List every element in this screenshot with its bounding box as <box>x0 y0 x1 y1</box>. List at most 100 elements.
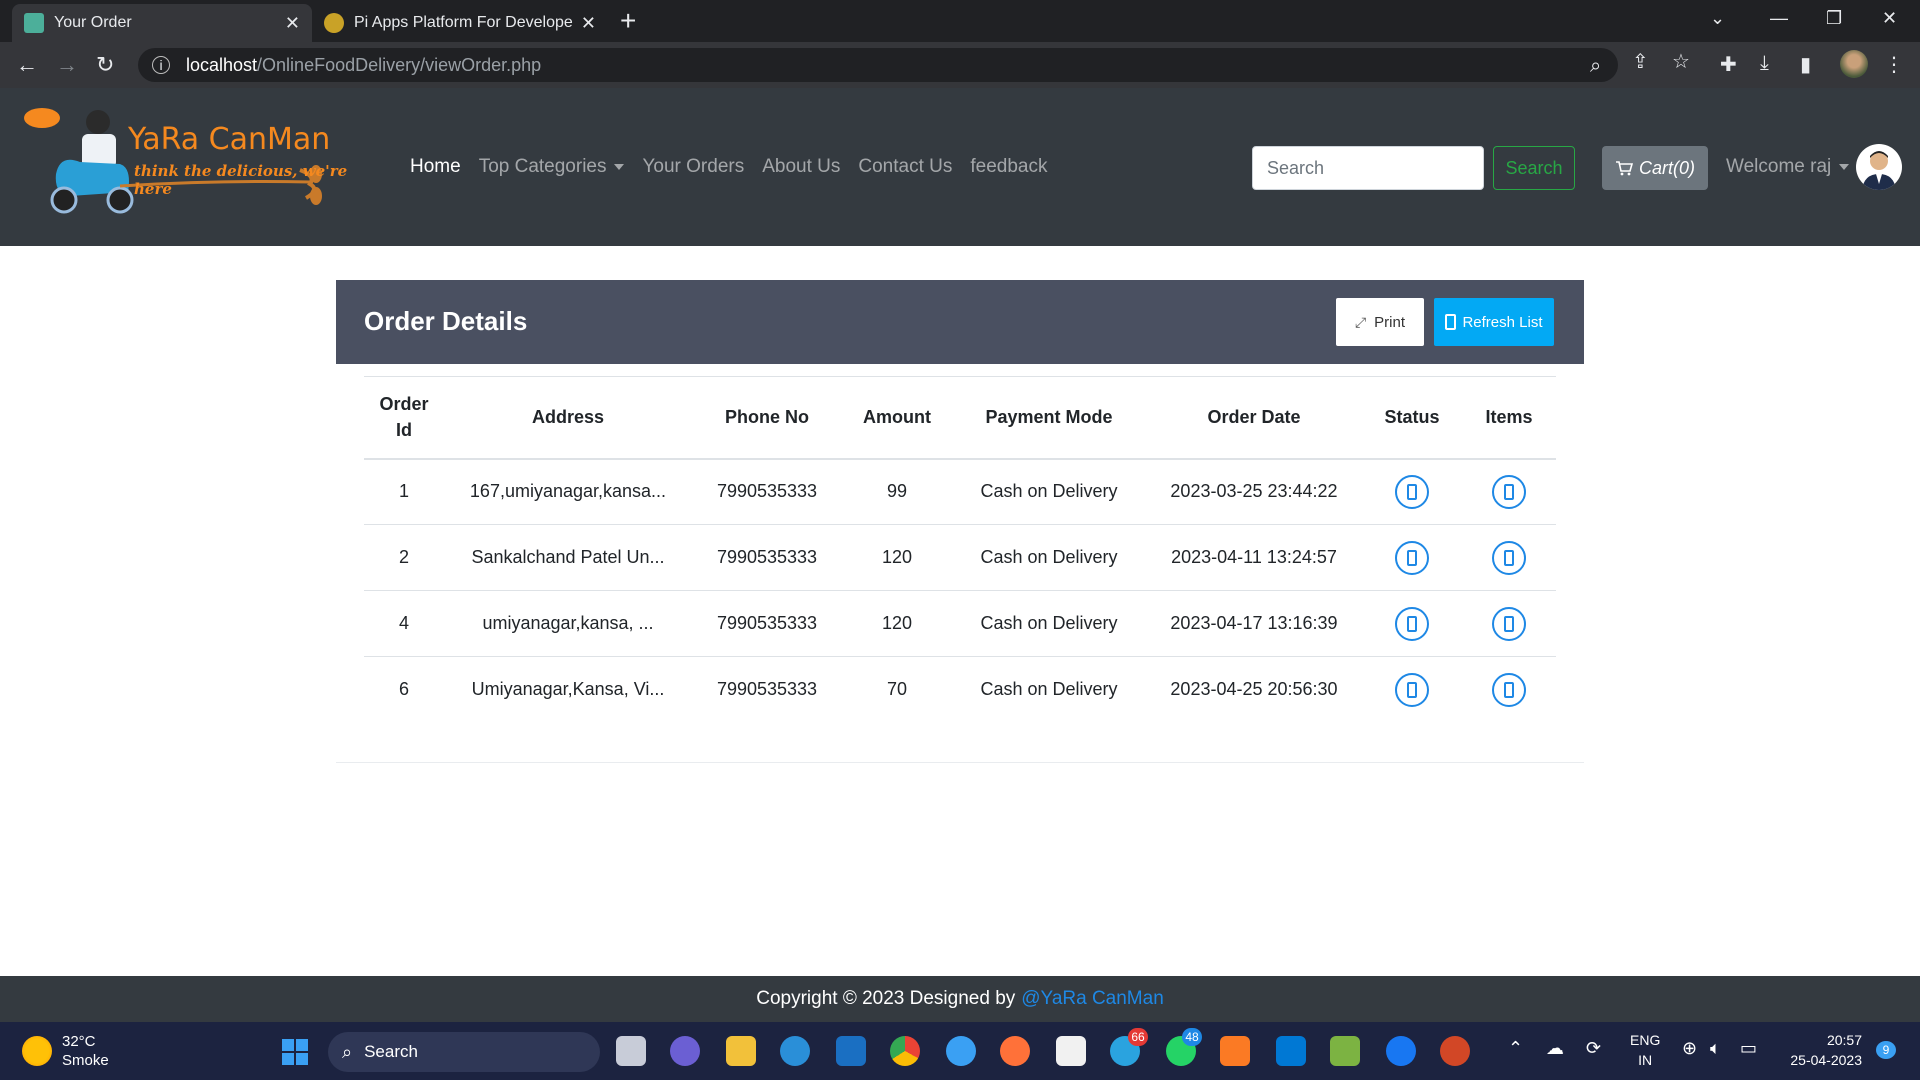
reload-icon[interactable]: ↻ <box>96 52 114 78</box>
weather-temperature: 32°C <box>62 1033 96 1050</box>
nav-about-us[interactable]: About Us <box>762 156 840 178</box>
weather-sun-icon <box>22 1036 52 1066</box>
table-row: 1 167,umiyanagar,kansa... 7990535333 99 … <box>364 458 1556 525</box>
refresh-label: Refresh List <box>1462 313 1543 331</box>
firefox-icon[interactable] <box>1000 1036 1030 1066</box>
cortana-icon[interactable] <box>946 1036 976 1066</box>
nav-top-categories[interactable]: Top Categories <box>479 156 625 178</box>
site-favicon-icon <box>24 13 44 33</box>
microsoft-store-icon[interactable] <box>1056 1036 1086 1066</box>
restore-icon[interactable]: ❐ <box>1826 8 1842 29</box>
taskbar-search[interactable]: ⌕ Search <box>328 1032 600 1072</box>
sync-icon[interactable]: ⟳ <box>1586 1038 1601 1058</box>
vscode-icon[interactable] <box>1276 1036 1306 1066</box>
page-title: Order Details <box>364 306 528 336</box>
forward-icon[interactable]: → <box>56 52 78 78</box>
cart-button[interactable]: Cart(0) <box>1602 146 1708 190</box>
view-status-icon[interactable] <box>1395 672 1429 707</box>
facebook-icon[interactable] <box>1386 1036 1416 1066</box>
site-logo[interactable]: YaRa CanMan think the delicious, we're h… <box>20 104 380 224</box>
search-icon: ⌕ <box>342 1041 353 1062</box>
notification-badge[interactable]: 9 <box>1876 1041 1896 1059</box>
print-button[interactable]: ⤢ Print <box>1336 298 1424 346</box>
download-icon[interactable]: ⤓ <box>1760 52 1769 75</box>
order-id-cell: 2 <box>364 524 444 591</box>
chevron-down-icon <box>614 163 625 170</box>
view-status-icon[interactable] <box>1395 474 1429 509</box>
minimize-icon[interactable]: — <box>1770 8 1788 29</box>
footer-designer-link[interactable]: @YaRa CanMan <box>1021 988 1164 1010</box>
whatsapp-badge: 48 <box>1182 1028 1202 1046</box>
refresh-list-button[interactable]: Refresh List <box>1434 298 1554 346</box>
order-id-cell: 1 <box>364 458 444 525</box>
language-indicator[interactable]: ENG IN <box>1630 1030 1660 1070</box>
view-status-icon[interactable] <box>1395 540 1429 575</box>
extensions-icon[interactable]: ✚ <box>1720 52 1737 77</box>
myhp-icon[interactable] <box>836 1036 866 1066</box>
orders-table: Order Id Address Phone No Amount Payment… <box>364 376 1556 723</box>
tab-search-chevron-icon[interactable]: ⌄ <box>1710 8 1725 29</box>
close-window-icon[interactable]: ✕ <box>1882 8 1897 29</box>
weather-widget[interactable]: 32°C Smoke <box>22 1032 109 1070</box>
items-cell <box>1462 657 1556 723</box>
battery-icon[interactable]: ▭ <box>1740 1038 1757 1058</box>
browser-profile-avatar[interactable] <box>1840 50 1868 78</box>
user-avatar[interactable] <box>1856 144 1902 190</box>
back-icon[interactable]: ← <box>16 52 38 78</box>
volume-icon[interactable]: 🔈︎ <box>1710 1038 1721 1058</box>
tab-title: Your Order <box>54 14 132 31</box>
view-items-icon[interactable] <box>1492 474 1526 509</box>
task-view-icon[interactable] <box>616 1036 646 1066</box>
address-cell: Umiyanagar,Kansa, Vi... <box>471 679 665 700</box>
file-explorer-icon[interactable] <box>726 1036 756 1066</box>
language-top: ENG <box>1630 1032 1661 1048</box>
zoom-icon[interactable]: ⌕ <box>1590 55 1601 78</box>
nav-contact-us[interactable]: Contact Us <box>858 156 952 178</box>
col-address: Address <box>444 376 692 460</box>
bookmark-star-icon[interactable]: ☆ <box>1672 49 1690 74</box>
nav-your-orders[interactable]: Your Orders <box>642 156 744 178</box>
site-search-button[interactable]: Search <box>1493 146 1575 190</box>
network-icon[interactable]: ⊕ <box>1682 1038 1697 1058</box>
browser-tab-your-order[interactable]: Your Order ✕ <box>12 4 312 42</box>
amount-cell: 99 <box>842 458 952 525</box>
items-cell <box>1462 524 1556 591</box>
browser-menu-icon[interactable]: ⋮ <box>1884 52 1904 77</box>
nav-home[interactable]: Home <box>410 156 461 178</box>
col-phone: Phone No <box>692 376 842 460</box>
payment-cell: Cash on Delivery <box>952 458 1146 525</box>
user-avatar-icon <box>1862 151 1896 190</box>
browser-tab-pi-apps[interactable]: Pi Apps Platform For Developers ✕ <box>312 4 608 42</box>
close-tab-icon[interactable]: ✕ <box>581 13 596 34</box>
site-search-input[interactable] <box>1252 146 1484 190</box>
view-items-icon[interactable] <box>1492 540 1526 575</box>
clock[interactable]: 20:57 25-04-2023 <box>1780 1030 1862 1070</box>
teams-chat-icon[interactable] <box>670 1036 700 1066</box>
address-bar[interactable]: i localhost/OnlineFoodDelivery/viewOrder… <box>138 48 1618 82</box>
show-hidden-icons-chevron-icon[interactable]: ⌃ <box>1508 1038 1523 1058</box>
close-tab-icon[interactable]: ✕ <box>285 13 300 34</box>
items-cell <box>1462 590 1556 657</box>
paint-icon[interactable] <box>1330 1036 1360 1066</box>
xampp-icon[interactable] <box>1220 1036 1250 1066</box>
new-tab-icon[interactable]: + <box>620 6 636 36</box>
user-menu[interactable]: Welcome raj <box>1726 156 1850 178</box>
edge-browser-icon[interactable] <box>780 1036 810 1066</box>
onedrive-icon[interactable]: ☁ <box>1546 1038 1564 1058</box>
share-icon[interactable]: ⇪ <box>1632 49 1649 74</box>
windows-start-icon[interactable] <box>282 1039 308 1065</box>
powerpoint-icon[interactable] <box>1440 1036 1470 1066</box>
view-status-icon[interactable] <box>1395 606 1429 641</box>
site-navbar: YaRa CanMan think the delicious, we're h… <box>0 88 1920 246</box>
print-label: Print <box>1374 313 1406 331</box>
view-items-icon[interactable] <box>1492 606 1526 641</box>
content-divider <box>336 762 1584 763</box>
site-info-icon[interactable]: i <box>152 56 170 74</box>
view-items-icon[interactable] <box>1492 672 1526 707</box>
phone-cell: 7990535333 <box>716 679 818 700</box>
brand-tagline: think the delicious, we're here <box>134 162 348 198</box>
nav-feedback[interactable]: feedback <box>970 156 1047 178</box>
col-order-date: Order Date <box>1146 376 1362 460</box>
chrome-icon[interactable] <box>890 1036 920 1066</box>
side-panel-icon[interactable]: ▮ <box>1800 52 1811 77</box>
